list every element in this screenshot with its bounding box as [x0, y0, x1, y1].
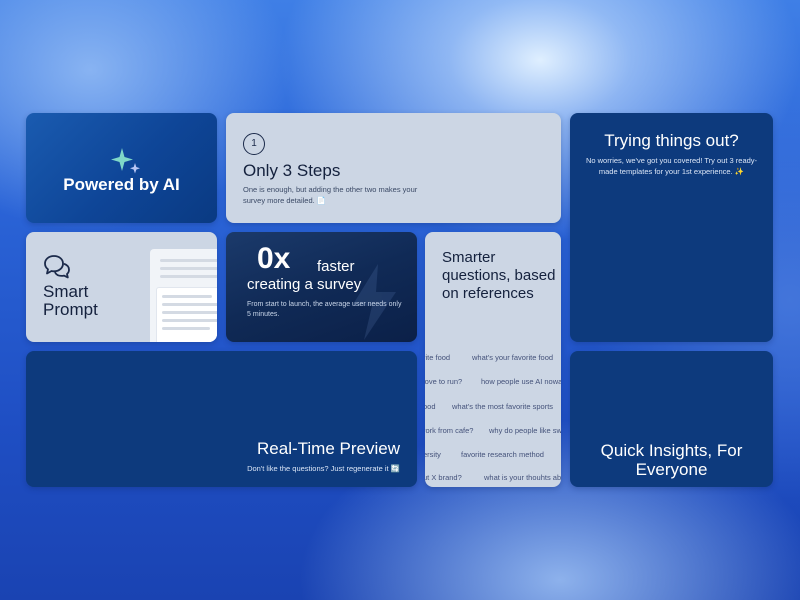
question-tag: love to run?: [425, 377, 463, 386]
faster-label: faster: [317, 258, 355, 275]
question-tag: why do people like sw: [489, 426, 561, 435]
creating-survey-label: creating a survey: [247, 276, 362, 293]
question-tag: what is your thouhts ab: [484, 473, 561, 482]
smart-prompt-title: Smart Prompt: [43, 282, 98, 319]
question-tag: ut X brand?: [425, 473, 462, 482]
faster-survey-card: 0x faster creating a survey From start t…: [226, 232, 417, 342]
quick-insights-title: Quick Insights, For Everyone: [600, 441, 743, 479]
trying-things-out-card: Trying things out? No worries, we've got…: [570, 113, 773, 342]
powered-by-ai-card: Powered by AI: [26, 113, 217, 223]
question-tag: what's the most favorite sports: [452, 402, 554, 411]
question-tag: ood: [425, 402, 436, 411]
speed-multiplier: 0x: [257, 242, 291, 275]
step-number-badge: 1: [243, 133, 265, 155]
question-tag: ersity: [425, 450, 441, 459]
real-time-preview-card: Real-Time Preview Don't like the questio…: [26, 351, 417, 487]
quick-insights-card: Quick Insights, For Everyone: [570, 351, 773, 487]
only-3-steps-title: Only 3 Steps: [243, 161, 341, 180]
trying-things-out-description: No worries, we've got you covered! Try o…: [585, 156, 758, 176]
faster-description: From start to launch, the average user n…: [247, 301, 402, 318]
only-3-steps-card: 1 Only 3 Steps One is enough, but adding…: [226, 113, 561, 223]
question-tag: rite food: [425, 353, 451, 362]
question-tag: favorite research method: [461, 450, 544, 459]
real-time-preview-description: Don't like the questions? Just regenerat…: [247, 464, 400, 473]
question-tag: rork from cafe?: [425, 426, 474, 435]
smarter-questions-card: Smarter questions, based on references r…: [425, 232, 561, 487]
question-tag: what's your favorite food: [472, 353, 554, 362]
powered-by-ai-title: Powered by AI: [63, 175, 180, 194]
question-tag: how people use AI nowa: [481, 377, 561, 386]
real-time-preview-title: Real-Time Preview: [257, 439, 400, 458]
smart-prompt-card: Smart Prompt: [26, 232, 217, 342]
chat-bubbles-icon: [44, 255, 70, 279]
trying-things-out-title: Trying things out?: [604, 131, 739, 150]
only-3-steps-description: One is enough, but adding the other two …: [243, 185, 418, 205]
smarter-questions-title: Smarter questions, based on references: [442, 249, 556, 302]
prompt-preview-thumbnail: [150, 249, 217, 342]
